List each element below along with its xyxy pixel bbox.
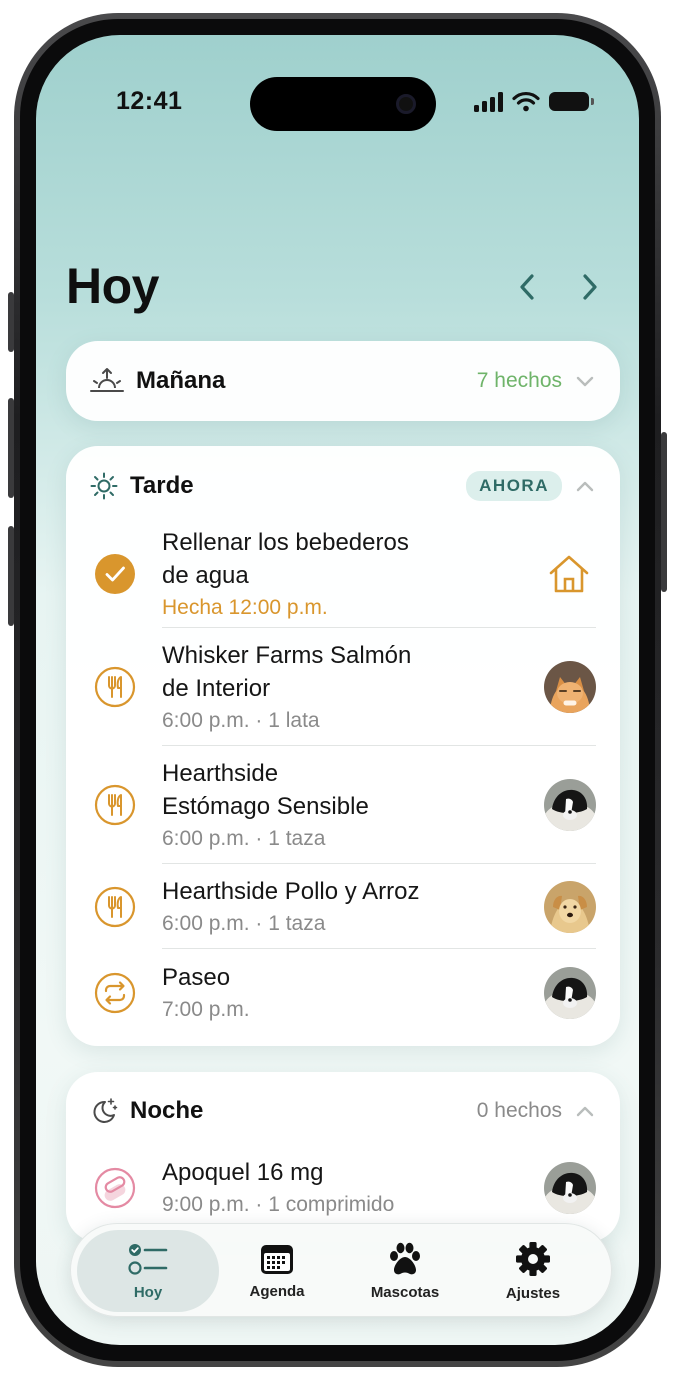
afternoon-section: Tarde AHORA Rellenar los bebederos de ag… [66, 446, 620, 1046]
dog-avatar [544, 967, 596, 1019]
task-detail: 6:00 p.m. · 1 taza [162, 911, 326, 935]
previous-day-button[interactable] [507, 267, 547, 307]
next-day-button[interactable] [570, 267, 610, 307]
tab-mascotas[interactable]: Mascotas [339, 1230, 471, 1312]
status-icons [474, 91, 594, 112]
task-detail: 7:00 p.m. [162, 998, 250, 1021]
task-detail: 6:00 p.m. · 1 taza [162, 826, 326, 850]
fork-knife-icon [94, 666, 136, 708]
repeat-icon [94, 972, 136, 1014]
task-title: Hearthside [162, 759, 279, 787]
cat-avatar [544, 661, 596, 713]
task-row[interactable]: Whisker Farms Salmón de Interior 6:00 p.… [66, 628, 620, 746]
afternoon-title: Tarde [130, 472, 194, 499]
status-time: 12:41 [116, 87, 183, 115]
task-row[interactable]: Paseo 7:00 p.m. [66, 949, 620, 1037]
now-badge: AHORA [466, 471, 562, 501]
fork-knife-icon [94, 784, 136, 826]
task-row[interactable]: Rellenar los bebederos de agua Hecha 12:… [66, 520, 620, 628]
tab-bar: Hoy Agenda Mascotas Ajustes [70, 1223, 612, 1317]
task-title: Rellenar los bebederos [162, 528, 409, 556]
sun-icon [90, 472, 118, 500]
app-screen: 12:41 Hoy Mañana 7 hechos Tarde AHORA Re… [36, 35, 639, 1345]
fork-knife-icon [94, 886, 136, 928]
task-row[interactable]: Hearthside Estómago Sensible 6:00 p.m. ·… [66, 746, 620, 864]
night-title: Noche [130, 1097, 204, 1124]
pill-icon [94, 1167, 136, 1209]
page-title: Hoy [66, 258, 159, 314]
moon-stars-icon [93, 1098, 118, 1123]
wifi-icon [512, 91, 540, 112]
checklist-icon [128, 1243, 168, 1275]
gear-icon [516, 1241, 550, 1276]
task-title-line2: Estómago Sensible [162, 792, 369, 820]
task-row[interactable]: Apoquel 16 mg 9:00 p.m. · 1 comprimido [66, 1150, 620, 1226]
tab-label: Ajustes [505, 1284, 561, 1302]
task-title-line2: de agua [162, 561, 249, 589]
check-circle-icon[interactable] [94, 553, 136, 595]
task-row[interactable]: Hearthside Pollo y Arroz 6:00 p.m. · 1 t… [66, 864, 620, 949]
night-done-count: 0 hechos [476, 1099, 562, 1122]
tab-label: Mascotas [370, 1283, 440, 1301]
task-title: Whisker Farms Salmón [162, 641, 412, 669]
afternoon-header[interactable]: Tarde AHORA [66, 446, 620, 526]
morning-section[interactable]: Mañana 7 hechos [66, 341, 620, 421]
cellular-signal-icon [474, 91, 503, 112]
task-detail: 6:00 p.m. · 1 lata [162, 708, 320, 732]
morning-done-count: 7 hechos [476, 369, 562, 392]
chevron-up-icon [576, 481, 594, 491]
tab-label: Hoy [133, 1283, 163, 1301]
dynamic-island [250, 77, 436, 131]
paw-icon [390, 1242, 420, 1274]
battery-icon [549, 92, 594, 111]
phone-frame: 12:41 Hoy Mañana 7 hechos Tarde AHORA Re… [14, 13, 661, 1367]
tab-ajustes[interactable]: Ajustes [467, 1230, 599, 1312]
task-title-line2: de Interior [162, 674, 271, 702]
tab-label: Agenda [249, 1282, 305, 1300]
task-detail: 9:00 p.m. · 1 comprimido [162, 1193, 395, 1216]
dog-avatar [544, 779, 596, 831]
morning-title: Mañana [136, 367, 226, 394]
task-title: Hearthside Pollo y Arroz [162, 877, 420, 905]
calendar-icon [261, 1244, 293, 1274]
task-title: Paseo [162, 964, 231, 991]
chevron-right-icon [583, 274, 597, 300]
tab-agenda[interactable]: Agenda [211, 1230, 343, 1312]
chevron-down-icon [576, 376, 594, 386]
dog-avatar [544, 1162, 596, 1214]
tab-hoy[interactable]: Hoy [77, 1230, 219, 1312]
task-title: Apoquel 16 mg [162, 1159, 324, 1186]
house-icon [549, 555, 589, 593]
golden-dog-avatar [544, 880, 596, 933]
sunrise-icon [90, 368, 124, 392]
task-done-time: Hecha 12:00 p.m. [162, 595, 328, 619]
night-header[interactable]: Noche 0 hechos [66, 1072, 620, 1150]
chevron-left-icon [520, 274, 534, 300]
chevron-up-icon [576, 1106, 594, 1116]
night-section: Noche 0 hechos Apoquel 16 mg 9:00 p.m. ·… [66, 1072, 620, 1242]
